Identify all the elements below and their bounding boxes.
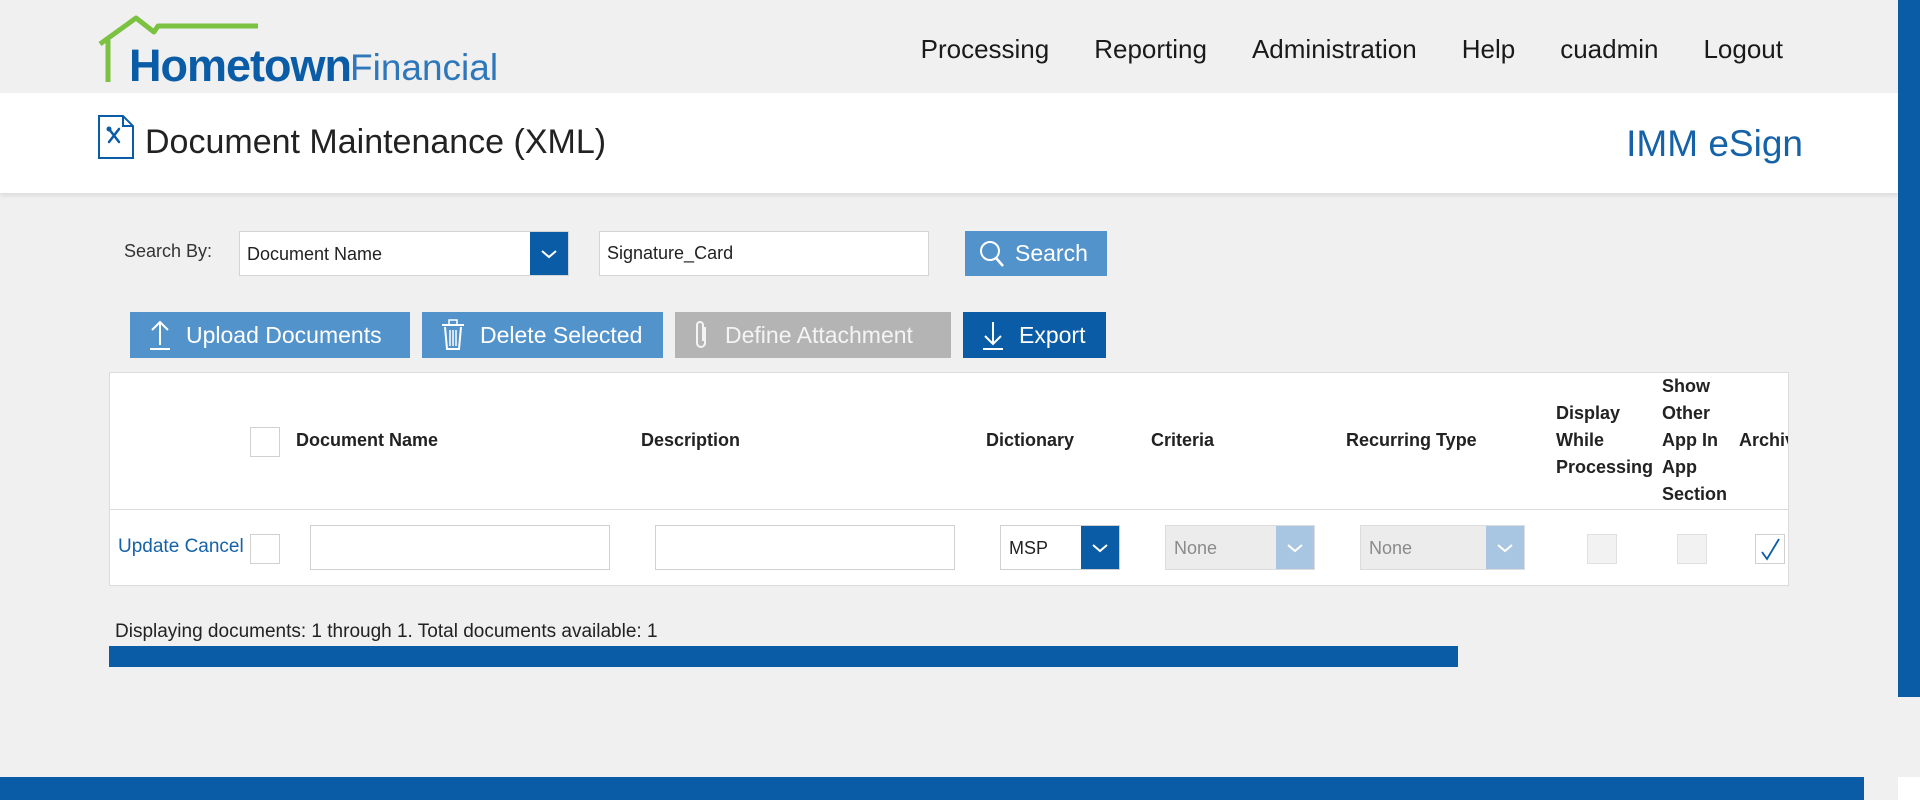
recurring-type-select[interactable]: None (1360, 525, 1525, 570)
chevron-down-icon[interactable] (1276, 526, 1314, 569)
col-show-line2: Other (1662, 403, 1711, 423)
documents-grid: Document Name Description Dictionary Cri… (109, 372, 1789, 586)
nav-user-account[interactable]: cuadmin (1560, 34, 1658, 65)
upload-arrow-icon (150, 320, 170, 350)
show-other-app-checkbox[interactable] (1677, 534, 1707, 564)
nav-administration[interactable]: Administration (1252, 34, 1417, 65)
page-title: Document Maintenance (XML) (145, 123, 607, 161)
export-button[interactable]: Export (963, 312, 1106, 358)
grid-bottom-divider (110, 585, 1788, 586)
status-text: Displaying documents: 1 through 1. Total… (115, 621, 658, 642)
export-label: Export (1019, 321, 1086, 348)
col-description[interactable]: Description (641, 427, 740, 454)
download-arrow-icon (983, 322, 1003, 350)
top-navigation-bar: Hometown Financial Processing Reporting … (0, 0, 1920, 93)
search-button[interactable]: Search (965, 231, 1107, 276)
col-criteria[interactable]: Criteria (1151, 427, 1214, 454)
search-button-label: Search (1015, 240, 1088, 266)
col-display-line3: Processing (1556, 457, 1654, 477)
nav-help[interactable]: Help (1462, 34, 1515, 65)
document-tools-icon (98, 115, 134, 159)
delete-selected-label: Delete Selected (480, 321, 643, 348)
update-link[interactable]: Update (118, 536, 179, 557)
criteria-value: None (1174, 538, 1218, 558)
nav-logout[interactable]: Logout (1703, 34, 1783, 65)
delete-selected-button[interactable]: Delete Selected (422, 312, 663, 358)
paperclip-icon (696, 321, 706, 348)
col-show-other-app[interactable]: Show Other App In App Section (1662, 373, 1727, 508)
vertical-scrollbar[interactable] (1898, 0, 1920, 697)
document-name-field[interactable] (310, 525, 610, 570)
col-document-name[interactable]: Document Name (296, 427, 438, 454)
row-select-checkbox[interactable] (250, 534, 280, 564)
display-while-processing-checkbox[interactable] (1587, 534, 1617, 564)
trash-icon (442, 319, 464, 350)
col-display-line2: While (1556, 430, 1604, 450)
header-divider (110, 509, 1788, 510)
nav-reporting[interactable]: Reporting (1094, 34, 1207, 65)
cancel-link[interactable]: Cancel (185, 536, 244, 557)
product-name: IMM eSign (1626, 123, 1803, 164)
search-by-label: Search By: (124, 241, 213, 261)
pager-bar[interactable] (109, 646, 1458, 667)
page-header: Document Maintenance (XML) IMM eSign (0, 93, 1898, 193)
recurring-type-value: None (1369, 538, 1413, 558)
search-icon (980, 240, 1004, 267)
criteria-select[interactable]: None (1165, 525, 1315, 570)
chevron-down-icon[interactable] (1486, 526, 1524, 569)
dictionary-value: MSP (1009, 538, 1049, 558)
upload-documents-button[interactable]: Upload Documents (130, 312, 410, 358)
col-dictionary[interactable]: Dictionary (986, 427, 1074, 454)
corner-block (1898, 777, 1920, 800)
search-by-value: Document Name (247, 244, 383, 264)
search-by-select[interactable]: Document Name (239, 231, 569, 276)
checkmark-icon (1761, 538, 1780, 561)
define-attachment-button[interactable]: Define Attachment (675, 312, 951, 358)
col-show-line1: Show (1662, 376, 1710, 396)
archive-checkbox[interactable] (1755, 534, 1785, 564)
nav-processing[interactable]: Processing (921, 34, 1050, 65)
col-show-line3: App In (1662, 430, 1718, 450)
dictionary-select[interactable]: MSP (1000, 525, 1120, 570)
define-attachment-label: Define Attachment (725, 321, 913, 348)
select-all-checkbox[interactable] (250, 427, 280, 457)
search-input[interactable] (599, 231, 929, 276)
chevron-down-icon[interactable] (530, 232, 568, 275)
logo-brand-secondary: Financial (350, 47, 499, 88)
hometown-financial-logo[interactable]: Hometown Financial (98, 14, 518, 91)
chevron-down-icon[interactable] (1081, 526, 1119, 569)
upload-documents-label: Upload Documents (186, 321, 382, 348)
col-show-line5: Section (1662, 484, 1728, 504)
col-recurring-type[interactable]: Recurring Type (1346, 427, 1477, 454)
col-display-line1: Display (1556, 403, 1621, 423)
footer-bar (0, 777, 1864, 800)
col-show-line4: App (1662, 457, 1697, 477)
col-archive[interactable]: Archiv (1739, 427, 1788, 454)
main-nav: Processing Reporting Administration Help… (876, 34, 1783, 65)
row-actions: Update Cancel (118, 536, 244, 558)
description-field[interactable] (655, 525, 955, 570)
logo-brand-primary: Hometown (129, 40, 352, 91)
col-display-while-processing[interactable]: Display While Processing (1556, 400, 1653, 481)
